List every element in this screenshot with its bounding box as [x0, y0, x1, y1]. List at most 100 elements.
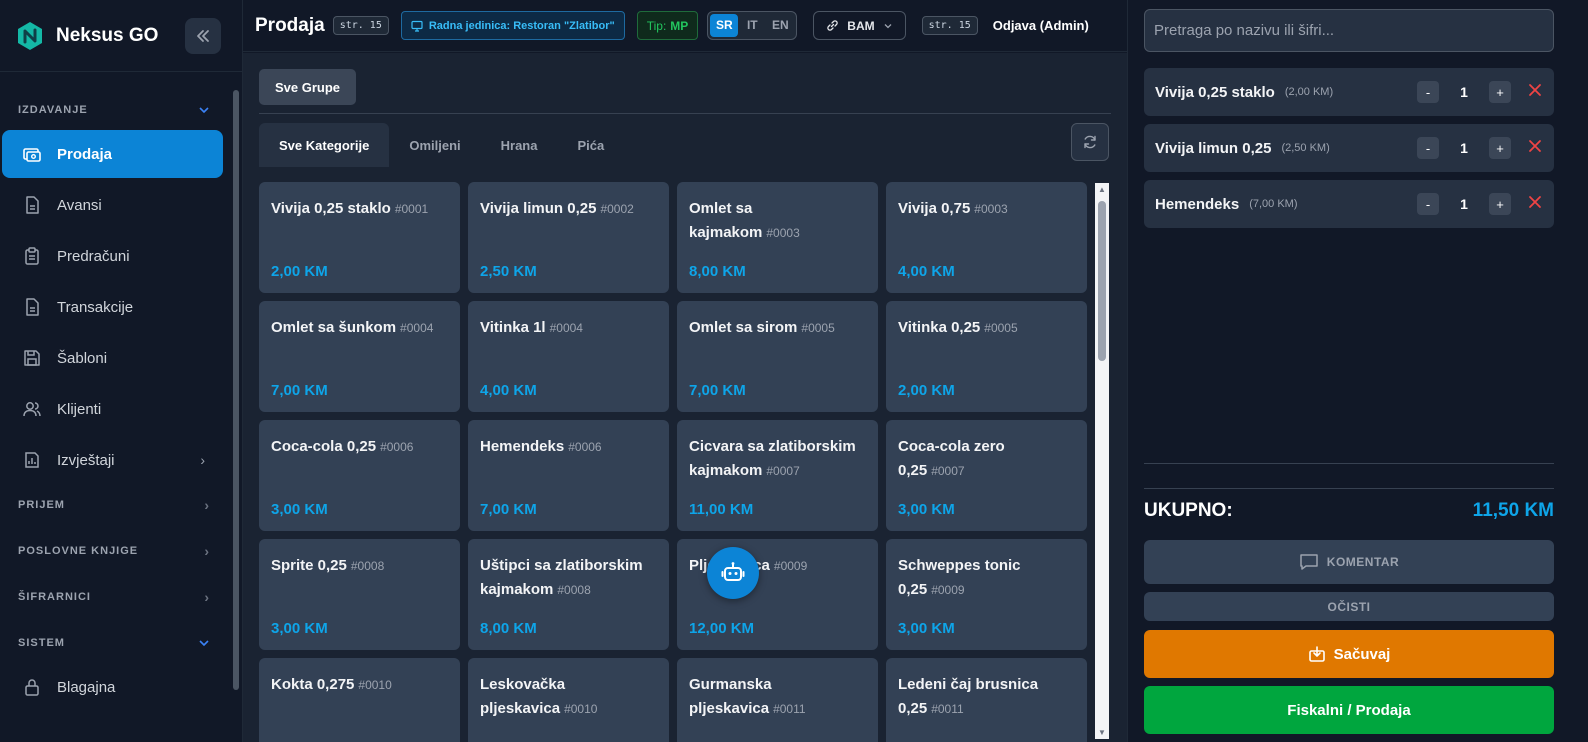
- product-code: #0005: [984, 321, 1018, 335]
- product-name: Omlet sa šunkom #0004: [271, 316, 448, 340]
- sidebar-scrollbar[interactable]: [233, 90, 239, 690]
- sidebar-item-label: Transakcije: [57, 298, 134, 316]
- section-sifrarnici[interactable]: ŠIFRARNICI ›: [0, 579, 230, 615]
- sidebar-item-izvjestaji[interactable]: Izvještaji ›: [2, 436, 223, 484]
- lang-it[interactable]: IT: [738, 14, 766, 37]
- assistant-bot-button[interactable]: [707, 547, 759, 599]
- product-card[interactable]: Kokta 0,275 #0010: [259, 658, 460, 742]
- sidebar-item-blagajna[interactable]: Blagajna: [2, 663, 223, 711]
- product-card[interactable]: Omlet sa kajmakom #0003 8,00 KM: [677, 182, 878, 293]
- product-price: 12,00 KM: [689, 620, 755, 637]
- product-name: Gurmanska pljeskavica #0011: [689, 673, 866, 721]
- search-input[interactable]: [1144, 9, 1554, 52]
- chevron-right-icon: ›: [204, 497, 210, 513]
- category-tabs: Sve Kategorije Omiljeni Hrana Pića: [259, 123, 624, 167]
- logout-link[interactable]: Odjava (Admin): [993, 18, 1089, 33]
- product-card[interactable]: Uštipci sa zlatiborskim kajmakom #0008 8,0…: [468, 539, 669, 650]
- section-sistem[interactable]: SISTEM: [0, 625, 230, 661]
- section-izdavanje[interactable]: IZDAVANJE: [0, 92, 230, 128]
- section-poslovne-knjige[interactable]: POSLOVNE KNJIGE ›: [0, 533, 230, 569]
- collapse-sidebar-button[interactable]: [185, 18, 221, 54]
- chevron-right-icon: ›: [204, 589, 210, 605]
- sidebar-item-prodaja[interactable]: Prodaja: [2, 130, 223, 178]
- tab-omiljeni[interactable]: Omiljeni: [389, 123, 480, 167]
- chevron-down-icon: [199, 107, 209, 114]
- save-button[interactable]: Sačuvaj: [1144, 630, 1554, 678]
- product-code: #0003: [766, 226, 800, 240]
- decrease-qty-button[interactable]: -: [1417, 137, 1439, 159]
- total-label: UKUPNO:: [1144, 500, 1233, 521]
- close-icon: [1529, 195, 1541, 208]
- product-card[interactable]: Sprite 0,25 #0008 3,00 KM: [259, 539, 460, 650]
- remove-item-button[interactable]: [1528, 139, 1542, 158]
- product-panel: Sve Grupe Sve Kategorije Omiljeni Hrana …: [243, 53, 1127, 742]
- lang-en[interactable]: EN: [766, 14, 794, 37]
- product-card[interactable]: Vitinka 0,25 #0005 2,00 KM: [886, 301, 1087, 412]
- section-label: POSLOVNE KNJIGE: [18, 545, 139, 557]
- product-card[interactable]: Gurmanska pljeskavica #0011: [677, 658, 878, 742]
- product-card[interactable]: Vitinka 1l #0004 4,00 KM: [468, 301, 669, 412]
- decrease-qty-button[interactable]: -: [1417, 193, 1439, 215]
- product-card[interactable]: Cicvara sa zlatiborskim kajmakom #0007 11,…: [677, 420, 878, 531]
- tab-pica[interactable]: Pića: [557, 123, 624, 167]
- unit-label: Radna jedinica: Restoran "Zlatibor": [428, 19, 615, 32]
- product-price: 3,00 KM: [898, 620, 955, 637]
- topbar: Prodaja str. 15 Radna jedinica: Restoran…: [243, 0, 1127, 52]
- product-name-text: Leskovačka pljeskavica: [480, 676, 566, 717]
- document-icon: [26, 196, 39, 214]
- tab-sve-kategorije[interactable]: Sve Kategorije: [259, 123, 390, 167]
- product-card[interactable]: Leskovačka pljeskavica #0010: [468, 658, 669, 742]
- product-card[interactable]: Vivija 0,75 #0003 4,00 KM: [886, 182, 1087, 293]
- product-card[interactable]: Omlet sa šunkom #0004 7,00 KM: [259, 301, 460, 412]
- product-card[interactable]: Pljeskavica#000912,00 KM: [677, 539, 878, 650]
- sidebar-item-label: Izvještaji: [57, 451, 115, 469]
- product-card[interactable]: Hemendeks #0006 7,00 KM: [468, 420, 669, 531]
- cart-list: Vivija 0,25 staklo (2,00 KM) -1 + Vivija lim…: [1144, 68, 1554, 236]
- unit-badge[interactable]: Radna jedinica: Restoran "Zlatibor": [400, 11, 625, 40]
- product-name-text: Sprite 0,25: [271, 557, 347, 574]
- scrollbar-thumb[interactable]: [1098, 201, 1106, 361]
- tab-hrana[interactable]: Hrana: [481, 123, 558, 167]
- product-card[interactable]: Coca-cola zero 0,25 #0007 3,00 KM: [886, 420, 1087, 531]
- increase-qty-button[interactable]: +: [1489, 137, 1511, 159]
- product-card[interactable]: Ledeni čaj brusnica 0,25 #0011: [886, 658, 1087, 742]
- comment-icon: [1300, 554, 1318, 570]
- clear-button[interactable]: OČISTI: [1144, 592, 1554, 621]
- increase-qty-button[interactable]: +: [1489, 193, 1511, 215]
- close-icon: [1529, 139, 1541, 152]
- sidebar-item-predracuni[interactable]: Predračuni: [2, 232, 223, 280]
- sidebar-item-avansi[interactable]: Avansi: [2, 181, 223, 229]
- product-code: #0008: [350, 559, 385, 573]
- decrease-qty-button[interactable]: -: [1417, 81, 1439, 103]
- comment-button[interactable]: KOMENTAR: [1144, 540, 1554, 584]
- product-scrollbar[interactable]: ▲ ▼: [1095, 183, 1109, 739]
- all-groups-button[interactable]: Sve Grupe: [259, 69, 357, 105]
- logo-icon: [18, 21, 42, 50]
- sidebar-item-sabloni[interactable]: Šabloni: [2, 334, 223, 382]
- scroll-up-arrow[interactable]: ▲: [1098, 185, 1106, 194]
- remove-item-button[interactable]: [1528, 83, 1542, 102]
- scroll-down-arrow[interactable]: ▼: [1098, 728, 1106, 737]
- increase-qty-button[interactable]: +: [1489, 81, 1511, 103]
- sidebar-item-klijenti[interactable]: Klijenti: [2, 385, 223, 433]
- brand-name: Neksus GO: [56, 24, 159, 46]
- product-card[interactable]: Coca-cola 0,25 #0006 3,00 KM: [259, 420, 460, 531]
- sidebar-item-transakcije[interactable]: Transakcije: [2, 283, 223, 331]
- section-prijem[interactable]: PRIJEM ›: [0, 487, 230, 523]
- refresh-button[interactable]: [1071, 123, 1109, 161]
- product-card[interactable]: Omlet sa sirom #0005 7,00 KM: [677, 301, 878, 412]
- product-code: #0010: [358, 678, 392, 692]
- product-name: Kokta 0,275 #0010: [271, 673, 448, 697]
- cart-panel: Vivija 0,25 staklo(2,00 KM)-1+Vivija lim…: [1127, 0, 1588, 742]
- product-card[interactable]: Schweppes tonic 0,25 #0009 3,00 KM: [886, 539, 1087, 650]
- product-name: Uštipci sa zlatiborskim kajmakom #0008: [480, 554, 657, 602]
- product-code: #0006: [568, 440, 602, 454]
- currency-select[interactable]: BAM: [813, 11, 906, 40]
- product-card[interactable]: Vivija 0,25 staklo #0001 2,00 KM: [259, 182, 460, 293]
- remove-item-button[interactable]: [1528, 195, 1542, 214]
- lang-sr[interactable]: SR: [710, 14, 739, 37]
- fiscal-sale-button[interactable]: Fiskalni / Prodaja: [1144, 686, 1554, 734]
- quantity-stepper: - 1 +: [1417, 81, 1511, 103]
- product-card[interactable]: Vivija limun 0,25 #0002 2,50 KM: [468, 182, 669, 293]
- product-code: #0004: [400, 321, 434, 335]
